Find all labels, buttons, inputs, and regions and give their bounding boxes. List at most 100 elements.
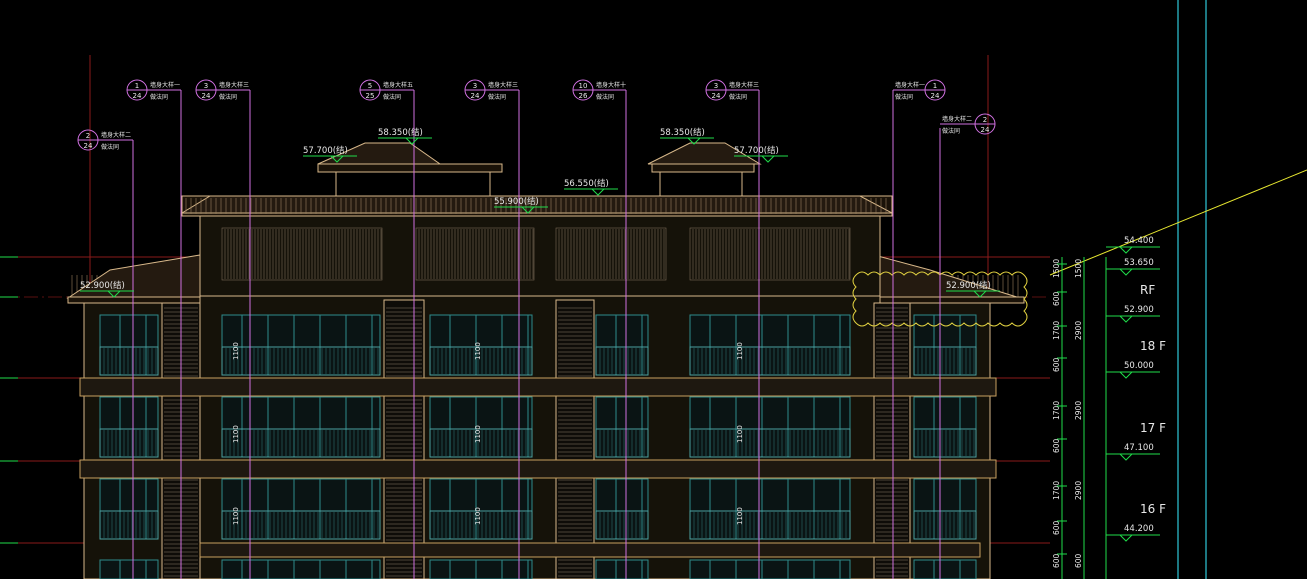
elevation-value: 52.900(结) — [946, 280, 991, 291]
callout-text: 做法同 — [101, 143, 119, 151]
callout-sheet: 25 — [366, 92, 375, 100]
level-mark: 44.200 16 F — [1106, 502, 1166, 542]
callout-sheet: 24 — [931, 92, 940, 100]
elevation-mark: 58.350(结) — [378, 127, 432, 145]
railing-height: 1100 — [736, 425, 744, 443]
callout-number: 3 — [473, 82, 477, 90]
dimension-outer: 1500 — [1074, 259, 1083, 278]
detail-callout: 3 24 墙身大样三做法同 — [464, 79, 519, 101]
floor-label: 18 F — [1140, 339, 1166, 353]
callout-sheet: 24 — [202, 92, 211, 100]
dimension-outer: 2900 — [1074, 321, 1083, 340]
level-mark: 52.900 RF — [1106, 283, 1160, 323]
callout-text: 墙身大样一 — [895, 81, 925, 89]
callout-text: 墙身大样三 — [729, 81, 759, 89]
dimension-inner: 1700 — [1052, 401, 1061, 420]
detail-callout: 5 25 墙身大样五做法同 — [359, 79, 414, 101]
level-mark: 50.000 18 F — [1106, 339, 1166, 379]
callout-text: 做法同 — [895, 93, 913, 101]
dimension-chain: 1500 600 1700 600 1700 600 1700 600 600 1500 2900 2… — [1052, 257, 1107, 579]
callout-text: 墙身大样五 — [383, 81, 413, 89]
callout-sheet: 26 — [579, 92, 588, 100]
callout-number: 5 — [368, 82, 372, 90]
callout-text: 墙身大样三 — [488, 81, 518, 89]
callout-number: 3 — [714, 82, 718, 90]
detail-callout: 2 24 墙身大样二做法同 — [77, 129, 133, 151]
callout-text: 做法同 — [942, 127, 960, 135]
dimension-inner: 600 — [1052, 553, 1061, 568]
callout-text: 墙身大样二 — [942, 115, 972, 123]
callout-sheet: 24 — [84, 142, 93, 150]
callout-number: 1 — [135, 82, 139, 90]
elevation-drawing: 1 24 墙身大样一做法同 3 24 墙身大样三做法同 5 25 墙身大样五做法同 3 24 墙身大样… — [0, 0, 1307, 579]
dimension-inner: 600 — [1052, 357, 1061, 372]
callout-sheet: 24 — [133, 92, 142, 100]
railing-height: 1100 — [474, 507, 482, 525]
cad-viewport[interactable]: 1 24 墙身大样一做法同 3 24 墙身大样三做法同 5 25 墙身大样五做法同 3 24 墙身大样… — [0, 0, 1307, 579]
floor-label: 16 F — [1140, 502, 1166, 516]
elevation-value: 55.900(结) — [494, 196, 539, 207]
detail-callout: 10 26 墙身大样十做法同 — [572, 79, 626, 101]
level-value: 54.400 — [1124, 236, 1154, 246]
elevation-value: 57.700(结) — [303, 145, 348, 156]
dimension-outer: 2900 — [1074, 401, 1083, 420]
railing-height: 1100 — [474, 342, 482, 360]
dimension-inner: 600 — [1052, 291, 1061, 306]
elevation-value: 57.700(结) — [734, 145, 779, 156]
dimension-inner: 1700 — [1052, 481, 1061, 500]
detail-callout: 3 24 墙身大样三做法同 — [195, 79, 250, 101]
callout-text: 做法同 — [383, 93, 401, 101]
dimension-inner: 600 — [1052, 520, 1061, 535]
elevation-value: 58.350(结) — [660, 127, 705, 138]
elevation-mark: 56.550(结) — [564, 178, 618, 196]
railing-height: 1100 — [232, 425, 240, 443]
callout-text: 墙身大样三 — [219, 81, 249, 89]
callout-text: 墙身大样二 — [101, 131, 131, 139]
callout-text: 做法同 — [729, 93, 747, 101]
callout-number: 10 — [579, 82, 588, 90]
level-mark: 53.650 — [1106, 258, 1160, 276]
callout-sheet: 24 — [981, 126, 990, 134]
elevation-mark: 58.350(结) — [660, 127, 714, 145]
callout-number: 2 — [86, 132, 90, 140]
dimension-inner: 600 — [1052, 438, 1061, 453]
level-marks: 54.400 53.650 52.900 RF 50.000 18 F 47.100 17 F… — [1106, 236, 1166, 542]
railing-height: 1100 — [736, 507, 744, 525]
level-value: 50.000 — [1124, 361, 1154, 371]
level-value: 47.100 — [1124, 443, 1154, 453]
railing-height: 1100 — [474, 425, 482, 443]
level-value: 44.200 — [1124, 524, 1154, 534]
callout-sheet: 24 — [471, 92, 480, 100]
callout-text: 墙身大样十 — [596, 81, 626, 89]
elevation-value: 58.350(结) — [378, 127, 423, 138]
dimension-outer: 600 — [1074, 553, 1083, 568]
callout-text: 做法同 — [596, 93, 614, 101]
drawing-frame — [1049, 0, 1307, 579]
callout-text: 做法同 — [150, 93, 168, 101]
detail-callout: 2 24 墙身大样二做法同 — [940, 113, 996, 135]
elevation-value: 56.550(结) — [564, 178, 609, 189]
detail-callout: 1 24 墙身大样一做法同 — [893, 79, 946, 101]
callout-sheet: 24 — [712, 92, 721, 100]
detail-callout: 1 24 墙身大样一做法同 — [126, 79, 181, 101]
elevation-value: 52.900(结) — [80, 280, 125, 291]
dimension-outer: 2900 — [1074, 481, 1083, 500]
callout-text: 做法同 — [219, 93, 237, 101]
floor-label: RF — [1140, 283, 1155, 297]
level-value: 52.900 — [1124, 305, 1154, 315]
building-facade — [66, 142, 1025, 579]
railing-height: 1100 — [232, 507, 240, 525]
railing-height: 1100 — [232, 342, 240, 360]
level-value: 53.650 — [1124, 258, 1154, 268]
callout-text: 墙身大样一 — [150, 81, 180, 89]
railing-height: 1100 — [736, 342, 744, 360]
level-mark: 47.100 17 F — [1106, 421, 1166, 461]
dimension-inner: 1500 — [1052, 259, 1061, 278]
callout-number: 3 — [204, 82, 208, 90]
callout-number: 2 — [983, 116, 987, 124]
detail-callout: 3 24 墙身大样三做法同 — [705, 79, 759, 101]
level-mark: 54.400 — [1106, 236, 1160, 254]
callout-text: 做法同 — [488, 93, 506, 101]
detail-callouts: 1 24 墙身大样一做法同 3 24 墙身大样三做法同 5 25 墙身大样五做法同 3 24 墙身大样… — [77, 79, 996, 151]
callout-number: 1 — [933, 82, 937, 90]
